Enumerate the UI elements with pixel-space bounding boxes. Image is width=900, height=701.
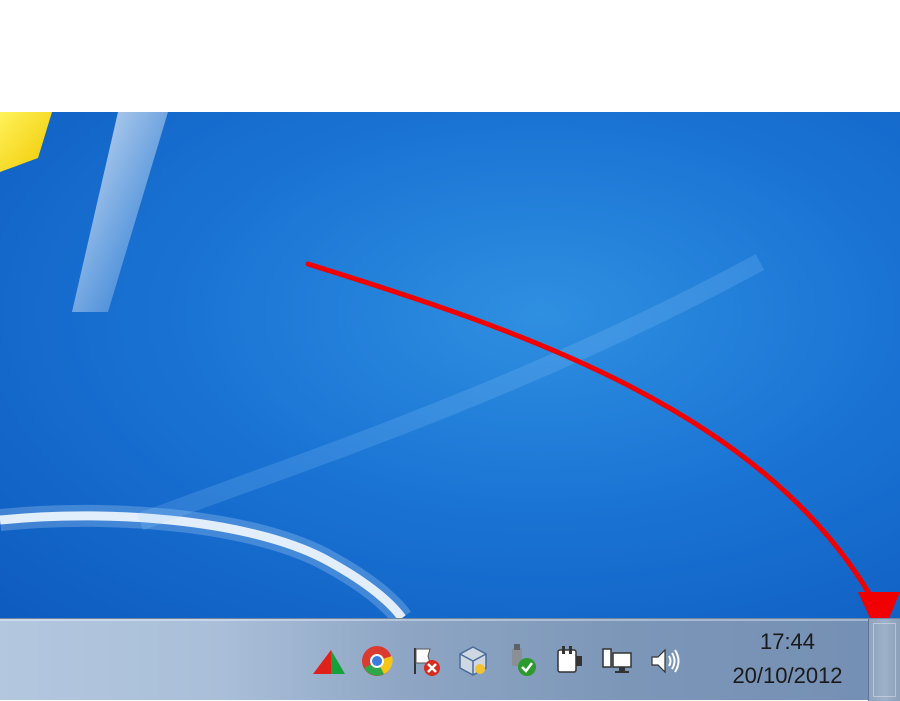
windows-logo-fragment: [0, 112, 52, 172]
flag-triangle-icon[interactable]: [305, 637, 353, 685]
notification-area: [305, 637, 689, 685]
virtualbox-icon[interactable]: [449, 637, 497, 685]
clock-time: 17:44: [759, 629, 816, 654]
taskbar: 17:44 20/10/2012: [0, 618, 900, 701]
chrome-icon[interactable]: [353, 637, 401, 685]
wallpaper-art: [0, 112, 765, 618]
clock-date: 20/10/2012: [732, 663, 843, 688]
action-center-flag-icon[interactable]: [401, 637, 449, 685]
safely-remove-hardware-icon[interactable]: [497, 637, 545, 685]
desktop-background: [0, 112, 900, 618]
network-icon[interactable]: [593, 637, 641, 685]
volume-icon[interactable]: [641, 637, 689, 685]
show-desktop-button[interactable]: [868, 619, 900, 701]
power-plug-icon[interactable]: [545, 637, 593, 685]
system-clock[interactable]: 17:44 20/10/2012: [720, 625, 855, 697]
light-beam: [72, 112, 168, 312]
